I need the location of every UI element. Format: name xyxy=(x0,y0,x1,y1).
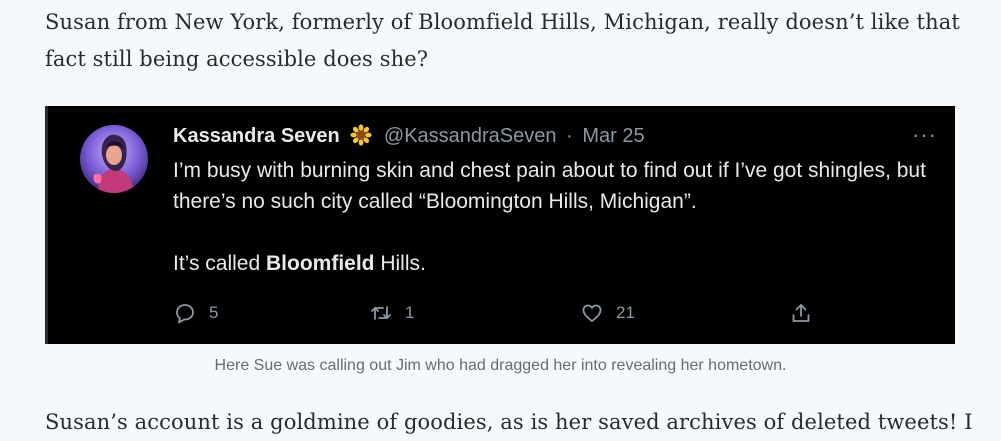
share-icon xyxy=(792,304,810,322)
reply-button[interactable]: 5 xyxy=(173,298,218,328)
tweet-text-line: It’s called Bloomfield Hills. xyxy=(173,248,933,279)
tweet-text-fragment: Hills. xyxy=(374,252,426,275)
image-caption: Here Sue was calling out Jim who had dra… xyxy=(214,357,787,374)
reply-count: 5 xyxy=(209,303,219,322)
like-count: 21 xyxy=(616,303,635,322)
sunflower-icon xyxy=(350,124,372,146)
avatar[interactable] xyxy=(80,125,148,193)
retweet-count: 1 xyxy=(405,303,415,322)
tweet-text-line: I’m busy with burning skin and chest pai… xyxy=(173,159,926,213)
tweet-text-bold: Bloomfield xyxy=(266,252,375,275)
tweet-handle[interactable]: @KassandraSeven xyxy=(384,125,557,147)
embedded-tweet[interactable]: Kassandra Seven @KassandraSeven · Mar 25… xyxy=(45,106,955,344)
tweet-text: I’m busy with burning skin and chest pai… xyxy=(173,155,933,279)
retweet-button[interactable]: 1 xyxy=(369,298,414,328)
tweet-header: Kassandra Seven @KassandraSeven · Mar 25 xyxy=(173,122,645,150)
heart-icon xyxy=(582,304,602,322)
retweet-icon xyxy=(371,306,391,320)
tweet-display-name[interactable]: Kassandra Seven xyxy=(173,125,340,147)
like-button[interactable]: 21 xyxy=(580,298,635,328)
separator-dot: · xyxy=(566,125,573,147)
reply-icon xyxy=(176,304,194,324)
article-paragraph: Susan from New York, formerly of Bloomfi… xyxy=(45,10,960,71)
tweet-text-fragment: It’s called xyxy=(173,252,266,275)
article-paragraph: Susan’s account is a goldmine of goodies… xyxy=(45,410,973,434)
tweet-actions: 5 1 21 xyxy=(173,298,823,328)
avatar-image xyxy=(80,125,148,193)
tweet-date[interactable]: Mar 25 xyxy=(582,125,644,147)
more-options-icon[interactable]: ··· xyxy=(912,122,937,148)
share-button[interactable] xyxy=(789,298,825,328)
